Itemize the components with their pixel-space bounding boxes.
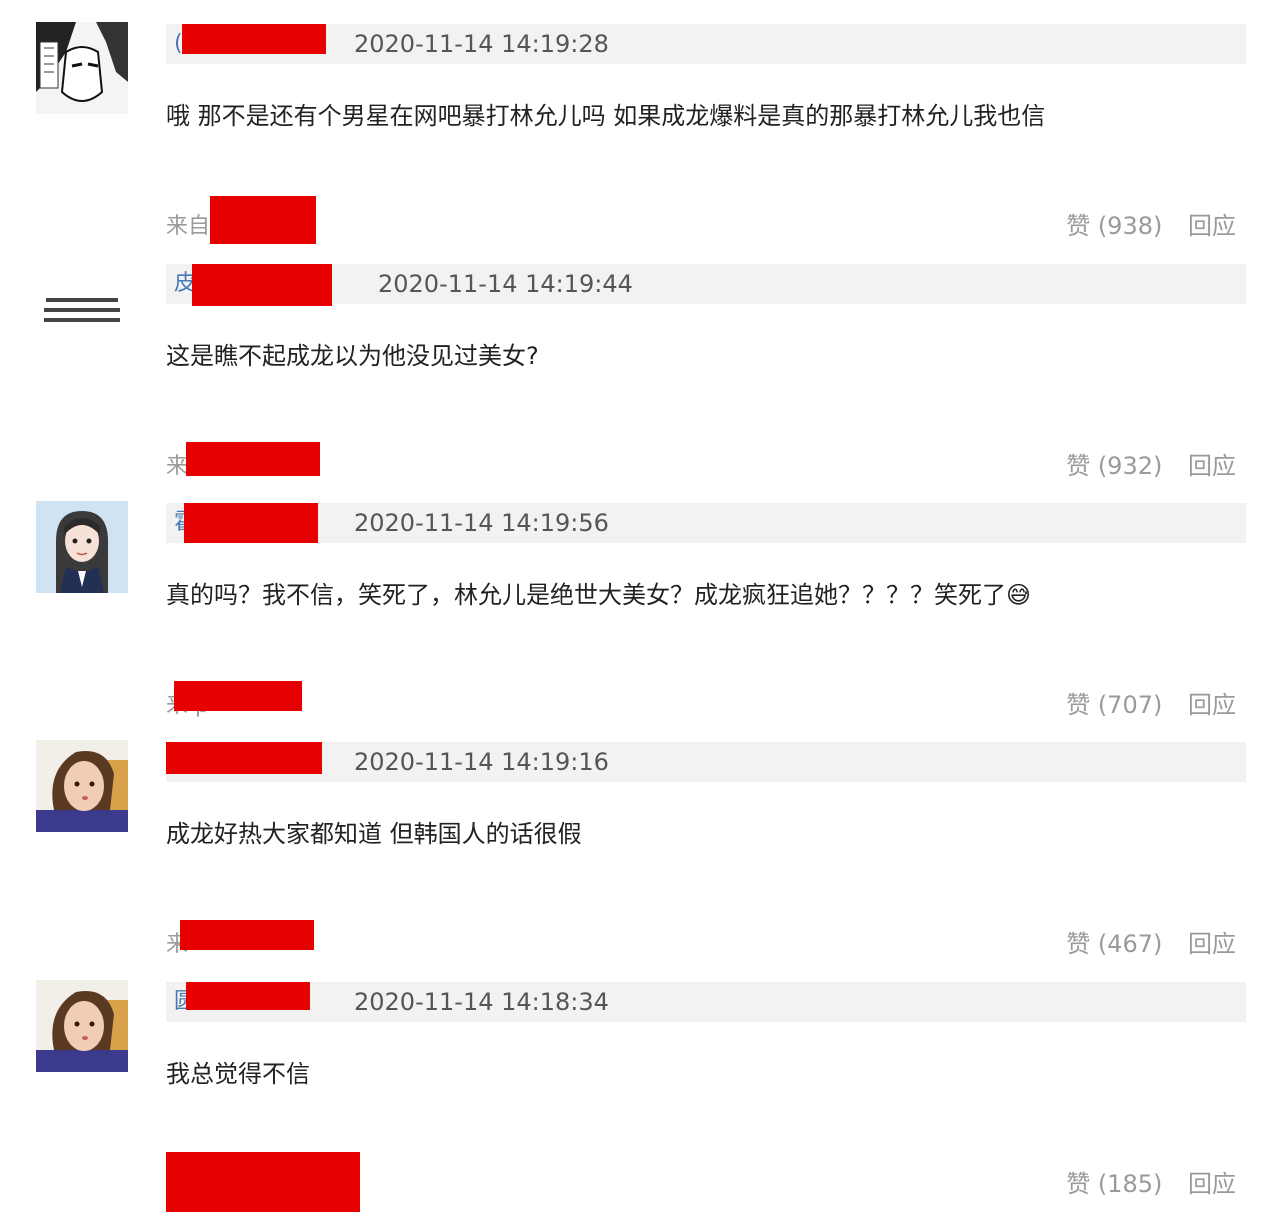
text-avatar-icon <box>36 262 128 354</box>
user-avatar[interactable] <box>36 501 128 593</box>
manga-avatar-icon <box>36 22 128 114</box>
comment-text: 真的吗？我不信，笑死了，林允儿是绝世大美女？成龙疯狂追她？？？？笑死了😅 <box>166 581 1032 609</box>
source-redaction <box>166 1152 360 1212</box>
like-button[interactable]: 赞 (185) <box>1066 1170 1162 1198</box>
like-button[interactable]: 赞 (707) <box>1066 691 1162 719</box>
comment-meta-bar: 霍 2020-11-14 14:19:56 <box>166 503 1246 543</box>
comment-source: 来 <box>166 454 189 479</box>
comment-text: 我总觉得不信 <box>166 1060 310 1088</box>
anime-girl-avatar-icon <box>36 501 128 593</box>
comment-text: 哦 那不是还有个男星在网吧暴打林允儿吗 如果成龙爆料是真的那暴打林允儿我也信 <box>166 102 1046 130</box>
comment-item: 圆 娃 2020-11-14 14:18:34 我总觉得不信 赞 (185) 回… <box>0 980 1282 1220</box>
like-button[interactable]: 赞 (938) <box>1066 212 1162 240</box>
like-button[interactable]: 赞 (467) <box>1066 930 1162 958</box>
source-redaction <box>210 196 316 244</box>
woman-photo-avatar-icon <box>36 740 128 832</box>
comment-meta-bar: 圆 娃 2020-11-14 14:18:34 <box>166 982 1246 1022</box>
source-redaction <box>174 681 302 711</box>
name-redaction <box>166 742 322 774</box>
reply-button[interactable]: 回应 <box>1188 691 1236 719</box>
comment-actions: 赞 (467) 回应 <box>1066 930 1236 958</box>
user-avatar[interactable] <box>36 980 128 1072</box>
source-redaction <box>186 442 320 476</box>
comment-item: 霍 2020-11-14 14:19:56 真的吗？我不信，笑死了，林允儿是绝世… <box>0 501 1282 741</box>
source-redaction <box>180 920 314 950</box>
comment-actions: 赞 (185) 回应 <box>1066 1170 1236 1198</box>
comment-actions: 赞 (707) 回应 <box>1066 691 1236 719</box>
name-redaction <box>186 982 310 1010</box>
name-redaction <box>192 264 332 306</box>
comment-meta-bar: 2020-11-14 14:19:16 <box>166 742 1246 782</box>
user-avatar[interactable] <box>36 740 128 832</box>
comment-timestamp: 2020-11-14 14:19:28 <box>354 30 609 58</box>
comment-timestamp: 2020-11-14 14:19:56 <box>354 509 609 537</box>
reply-button[interactable]: 回应 <box>1188 212 1236 240</box>
comment-timestamp: 2020-11-14 14:19:16 <box>354 748 609 776</box>
comment-actions: 赞 (938) 回应 <box>1066 212 1236 240</box>
comment-timestamp: 2020-11-14 14:19:44 <box>378 270 633 298</box>
reply-button[interactable]: 回应 <box>1188 930 1236 958</box>
reply-button[interactable]: 回应 <box>1188 1170 1236 1198</box>
comment-item: 皮 渎 2020-11-14 14:19:44 这是瞧不起成龙以为他没见过美女?… <box>0 262 1282 502</box>
comment-item: 2020-11-14 14:19:16 成龙好热大家都知道 但韩国人的话很假 来… <box>0 740 1282 980</box>
name-redaction <box>184 503 318 543</box>
like-button[interactable]: 赞 (932) <box>1066 452 1162 480</box>
comment-timestamp: 2020-11-14 14:18:34 <box>354 988 609 1016</box>
user-avatar[interactable] <box>36 22 128 114</box>
comment-meta-bar: ( 2020-11-14 14:19:28 <box>166 24 1246 64</box>
name-redaction <box>182 24 326 54</box>
comment-text: 成龙好热大家都知道 但韩国人的话很假 <box>166 820 582 848</box>
comment-actions: 赞 (932) 回应 <box>1066 452 1236 480</box>
comment-meta-bar: 皮 渎 2020-11-14 14:19:44 <box>166 264 1246 306</box>
comment-text: 这是瞧不起成龙以为他没见过美女? <box>166 342 539 370</box>
user-avatar[interactable] <box>36 262 128 354</box>
woman-photo-avatar-icon <box>36 980 128 1072</box>
comment-source: 来自 <box>166 214 211 239</box>
comment-item: ( 2020-11-14 14:19:28 哦 那不是还有个男星在网吧暴打林允儿… <box>0 22 1282 262</box>
reply-button[interactable]: 回应 <box>1188 452 1236 480</box>
